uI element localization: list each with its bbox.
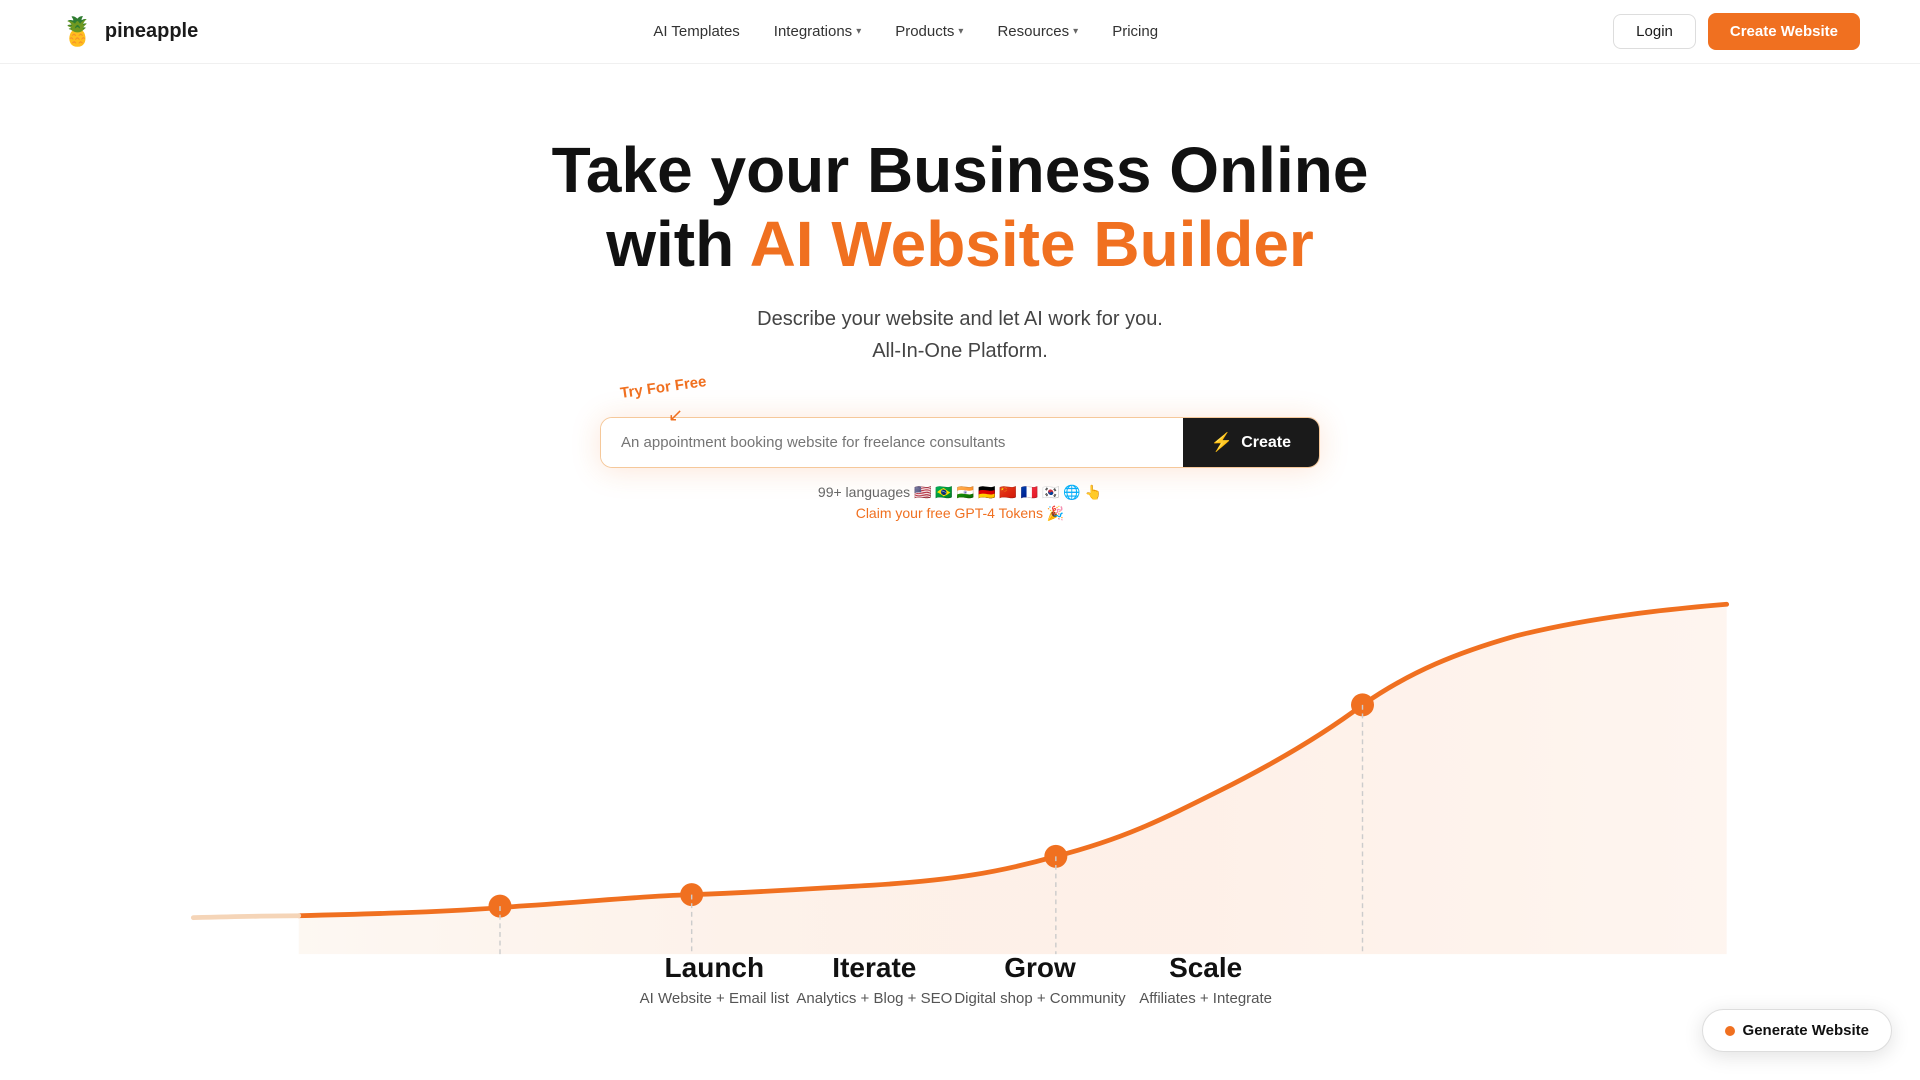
chevron-down-icon: ▾	[958, 26, 963, 37]
search-container: ⚡ Create	[600, 417, 1320, 468]
stage-scale-name: Scale	[1169, 952, 1242, 984]
search-area: Try For Free ↙ ⚡ Create 99+ languages 🇺🇸…	[560, 417, 1360, 522]
stage-iterate-name: Iterate	[832, 952, 916, 984]
stage-scale-desc: Affiliates + Integrate	[1139, 990, 1272, 1007]
stage-labels: Launch AI Website + Email list Iterate A…	[377, 952, 1544, 1007]
create-website-button[interactable]: Create Website	[1708, 13, 1860, 50]
brand-name: pineapple	[105, 20, 198, 43]
nav-item-resources[interactable]: Resources ▾	[983, 15, 1092, 48]
logo-icon: 🍍	[60, 15, 95, 48]
try-free-label: Try For Free	[619, 373, 707, 402]
nav-item-ai-templates[interactable]: AI Templates	[639, 15, 753, 48]
stage-launch-desc: AI Website + Email list	[640, 990, 789, 1007]
nav-link-ai-templates[interactable]: AI Templates	[639, 15, 753, 48]
hero-title-highlight: AI Website Builder	[750, 208, 1314, 280]
stage-iterate: Iterate Analytics + Blog + SEO	[794, 952, 954, 1007]
stage-grow: Grow Digital shop + Community	[954, 952, 1125, 1007]
language-line: 99+ languages 🇺🇸 🇧🇷 🇮🇳 🇩🇪 🇨🇳 🇫🇷 🇰🇷 🌐 👆	[818, 484, 1102, 501]
stage-grow-desc: Digital shop + Community	[954, 990, 1125, 1007]
nav-link-integrations[interactable]: Integrations ▾	[760, 15, 875, 48]
login-button[interactable]: Login	[1613, 14, 1696, 49]
claim-gpt-link[interactable]: Claim your free GPT-4 Tokens 🎉	[856, 505, 1065, 522]
stage-iterate-desc: Analytics + Blog + SEO	[796, 990, 952, 1007]
stage-grow-name: Grow	[1004, 952, 1076, 984]
hero-subtitle: Describe your website and let AI work fo…	[757, 303, 1163, 367]
nav-link-resources[interactable]: Resources ▾	[983, 15, 1092, 48]
chevron-down-icon: ▾	[1073, 26, 1078, 37]
nav-item-pricing[interactable]: Pricing	[1098, 15, 1172, 48]
ai-create-button[interactable]: ⚡ Create	[1183, 418, 1319, 467]
stage-launch: Launch AI Website + Email list	[634, 952, 794, 1007]
nav-item-products[interactable]: Products ▾	[881, 15, 977, 48]
try-free-arrow-icon: ↙	[668, 405, 683, 426]
nav-link-pricing[interactable]: Pricing	[1098, 15, 1172, 48]
stage-scale: Scale Affiliates + Integrate	[1126, 952, 1286, 1007]
lightning-icon: ⚡	[1211, 432, 1233, 453]
floating-dot-icon	[1725, 1026, 1735, 1036]
hero-title: Take your Business Online with AI Websit…	[552, 134, 1369, 281]
brand-logo[interactable]: 🍍 pineapple	[60, 15, 198, 48]
hero-section: Take your Business Online with AI Websit…	[0, 64, 1920, 1007]
chevron-down-icon: ▾	[856, 26, 861, 37]
website-description-input[interactable]	[601, 418, 1183, 467]
growth-chart	[40, 582, 1880, 962]
nav-item-integrations[interactable]: Integrations ▾	[760, 15, 875, 48]
nav-links: AI Templates Integrations ▾ Products ▾ R…	[639, 15, 1172, 48]
nav-link-products[interactable]: Products ▾	[881, 15, 977, 48]
stage-launch-name: Launch	[665, 952, 765, 984]
navbar: 🍍 pineapple AI Templates Integrations ▾ …	[0, 0, 1920, 64]
nav-actions: Login Create Website	[1613, 13, 1860, 50]
generate-website-floating-button[interactable]: Generate Website	[1702, 1009, 1892, 1052]
